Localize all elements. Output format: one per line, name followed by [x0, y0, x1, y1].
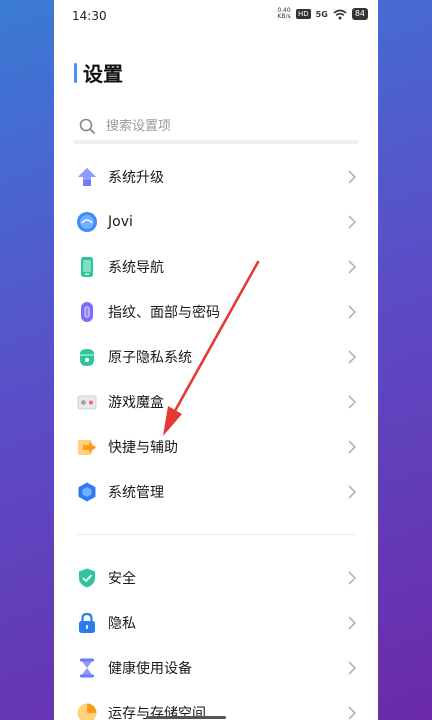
- hd-badge: HD: [296, 9, 311, 19]
- settings-item-atomic-privacy[interactable]: 原子隐私系统: [54, 334, 378, 379]
- hourglass-icon: [80, 658, 94, 677]
- chevron-right-icon: [348, 570, 356, 585]
- settings-item-jovi[interactable]: Jovi: [54, 199, 378, 244]
- settings-item-security[interactable]: 安全: [54, 555, 378, 600]
- chevron-right-icon: [348, 169, 356, 184]
- settings-item-system-update[interactable]: 系统升级: [54, 154, 378, 199]
- phone-navigation-icon: [81, 256, 93, 277]
- settings-item-privacy[interactable]: 隐私: [54, 600, 378, 645]
- settings-item-label: 指纹、面部与密码: [108, 304, 220, 321]
- settings-item-label: 原子隐私系统: [108, 349, 192, 366]
- settings-item-label: 隐私: [108, 615, 136, 632]
- settings-item-label: 系统升级: [108, 169, 164, 186]
- lock-icon: [79, 612, 95, 633]
- settings-item-label: 快捷与辅助: [108, 439, 178, 456]
- status-icons: 0.40 KB/s HD 5G 84: [277, 8, 368, 20]
- fingerprint-icon: [81, 301, 93, 322]
- network-speed-unit: KB/s: [277, 13, 291, 20]
- page-title: 设置: [83, 62, 123, 86]
- shortcut-arrow-icon: [78, 439, 96, 455]
- settings-item-label: 游戏魔盒: [108, 394, 164, 411]
- storage-pie-icon: [77, 703, 97, 720]
- settings-item-system-management[interactable]: 系统管理: [54, 469, 378, 514]
- chevron-right-icon: [348, 394, 356, 409]
- settings-item-label: 系统导航: [108, 259, 164, 276]
- settings-item-label: 安全: [108, 570, 136, 587]
- home-indicator[interactable]: [146, 716, 226, 719]
- wifi-icon: [333, 9, 347, 19]
- chevron-right-icon: [348, 705, 356, 720]
- search-input[interactable]: [106, 118, 326, 134]
- settings-item-label: 系统管理: [108, 484, 164, 501]
- group-divider: [76, 534, 356, 535]
- chevron-right-icon: [348, 660, 356, 675]
- settings-screen: 14:30 0.40 KB/s HD 5G 84 设置 搜索设置项 系统升级 J…: [54, 0, 378, 720]
- chevron-right-icon: [348, 214, 356, 229]
- settings-item-healthy-device-use[interactable]: 健康使用设备: [54, 645, 378, 690]
- chevron-right-icon: [348, 484, 356, 499]
- settings-item-game-box[interactable]: 游戏魔盒: [54, 379, 378, 424]
- chevron-right-icon: [348, 304, 356, 319]
- settings-item-label: Jovi: [108, 213, 133, 230]
- chevron-right-icon: [348, 439, 356, 454]
- network-speed: 0.40 KB/s: [277, 8, 291, 20]
- chevron-right-icon: [348, 349, 356, 364]
- settings-item-shortcuts-accessibility[interactable]: 快捷与辅助: [54, 424, 378, 469]
- settings-item-label: 健康使用设备: [108, 660, 192, 677]
- page-title-wrap: 设置: [74, 58, 123, 87]
- jovi-icon: [77, 211, 97, 232]
- upgrade-arrow-icon: [78, 167, 96, 186]
- security-shield-icon: [79, 568, 95, 587]
- search-bar[interactable]: [74, 112, 358, 144]
- status-bar: 14:30 0.40 KB/s HD 5G 84: [54, 0, 378, 30]
- network-type: 5G: [315, 9, 328, 19]
- chevron-right-icon: [348, 259, 356, 274]
- settings-item-fingerprint-face-password[interactable]: 指纹、面部与密码: [54, 289, 378, 334]
- chevron-right-icon: [348, 615, 356, 630]
- search-icon: [79, 118, 95, 134]
- privacy-shield-icon: [80, 348, 94, 366]
- settings-item-system-navigation[interactable]: 系统导航: [54, 244, 378, 289]
- title-accent-bar: [74, 62, 77, 83]
- hexagon-icon: [78, 482, 96, 501]
- game-box-icon: [77, 395, 97, 409]
- battery-indicator: 84: [351, 8, 368, 20]
- status-time: 14:30: [72, 9, 107, 23]
